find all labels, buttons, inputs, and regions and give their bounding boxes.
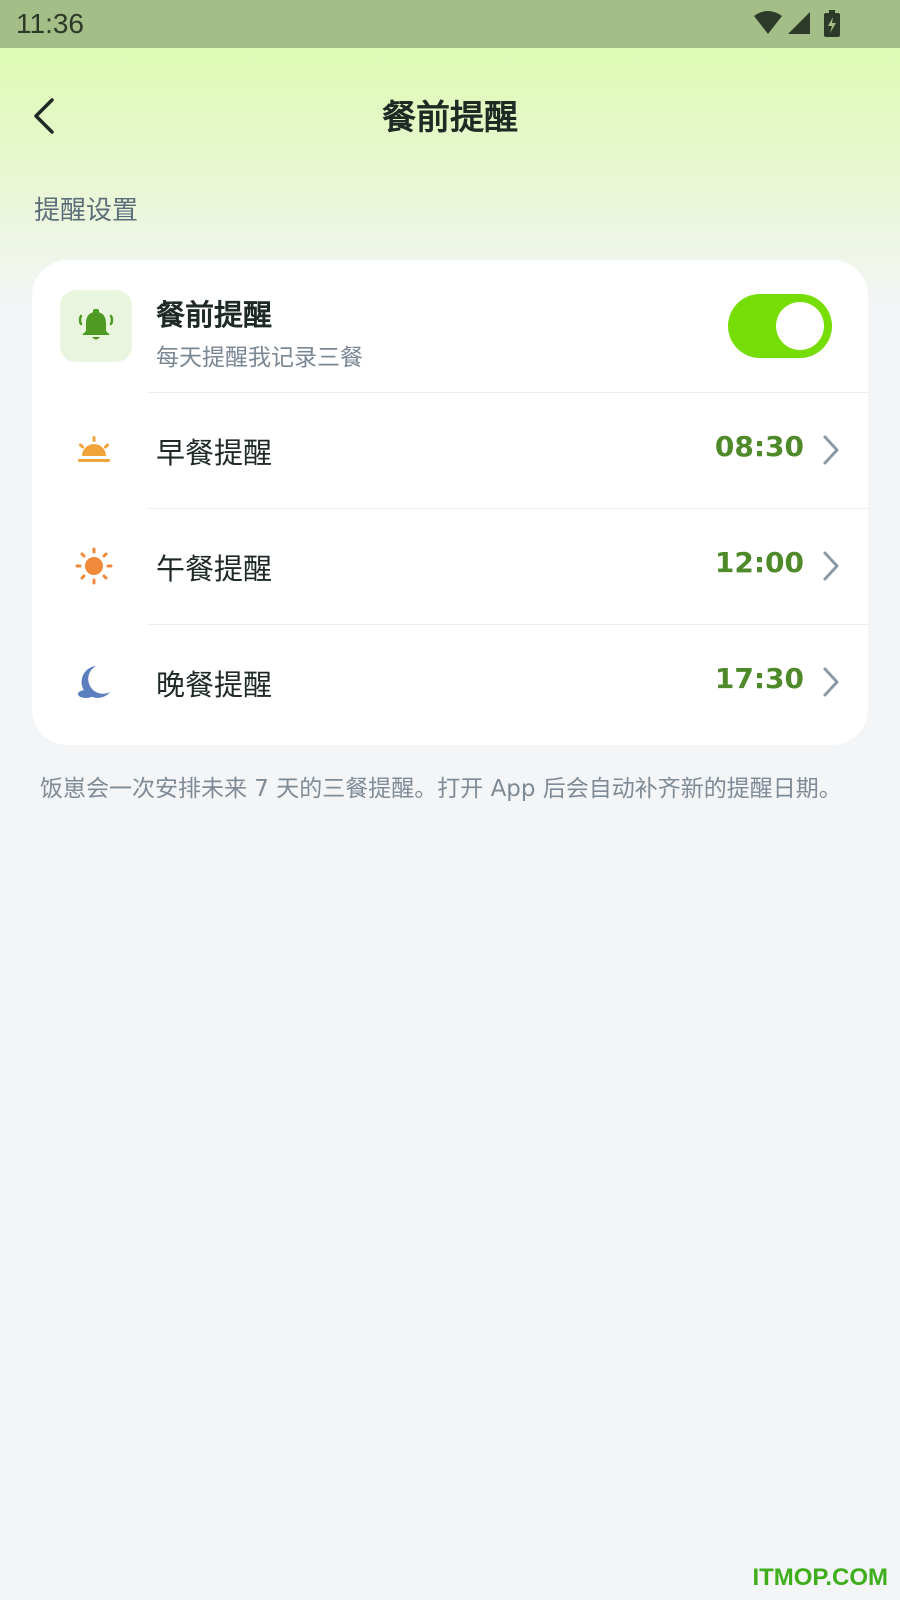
moon-icon	[78, 666, 110, 698]
battery-charging-icon	[824, 10, 840, 37]
toggle-knob	[776, 302, 824, 350]
reminder-card: 餐前提醒 每天提醒我记录三餐 早餐提醒 08:30 午餐提醒 12:00 晚餐提…	[32, 260, 868, 745]
page-title: 餐前提醒	[382, 98, 518, 138]
lunch-reminder-label: 午餐提醒	[156, 552, 273, 586]
chevron-right-icon	[823, 667, 839, 697]
master-reminder-toggle[interactable]	[728, 294, 832, 358]
chevron-right-icon	[823, 551, 839, 581]
status-icons	[752, 10, 848, 38]
watermark: ITMOP.COM	[752, 1564, 888, 1591]
master-reminder-title: 餐前提醒	[156, 298, 273, 332]
bell-icon	[78, 309, 114, 340]
breakfast-reminder-row[interactable]: 早餐提醒 08:30	[32, 392, 868, 508]
master-reminder-row: 餐前提醒 每天提醒我记录三餐	[32, 260, 868, 392]
dinner-reminder-time: 17:30	[714, 662, 804, 695]
dinner-reminder-label: 晚餐提醒	[156, 668, 273, 702]
signal-icon	[788, 12, 810, 34]
bell-icon-box	[60, 290, 132, 362]
lunch-reminder-time: 12:00	[714, 546, 804, 579]
chevron-right-icon	[823, 435, 839, 465]
breakfast-reminder-label: 早餐提醒	[156, 436, 273, 470]
lunch-reminder-row[interactable]: 午餐提醒 12:00	[32, 508, 868, 624]
wifi-icon	[754, 11, 782, 34]
master-reminder-subtitle: 每天提醒我记录三餐	[156, 345, 363, 371]
reminder-footnote: 饭崽会一次安排未来 7 天的三餐提醒。打开 App 后会自动补齐新的提醒日期。	[40, 776, 842, 802]
section-label: 提醒设置	[34, 196, 139, 226]
sunrise-icon	[78, 436, 110, 462]
breakfast-reminder-time: 08:30	[714, 430, 804, 463]
status-time: 11:36	[16, 8, 84, 39]
sun-icon	[75, 547, 113, 585]
dinner-reminder-row[interactable]: 晚餐提醒 17:30	[32, 624, 868, 740]
status-bar: 11:36	[0, 0, 900, 48]
nav-bar: 餐前提醒	[0, 70, 900, 160]
